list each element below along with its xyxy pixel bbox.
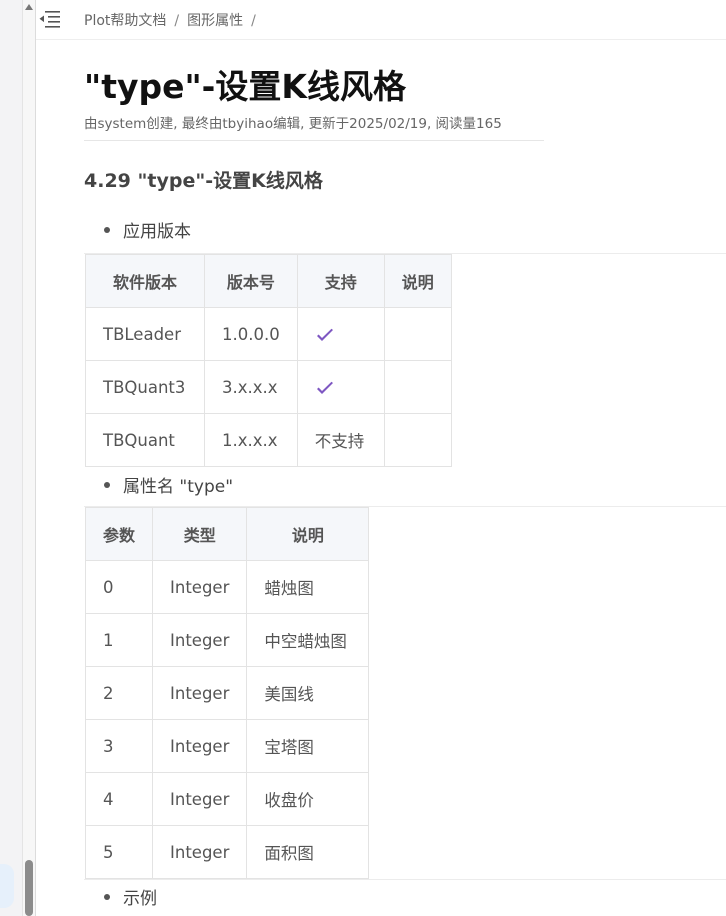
- bullet-dot: [104, 481, 110, 488]
- cell-desc: 面积图: [246, 825, 370, 879]
- scrollbar-track[interactable]: [22, 0, 36, 916]
- breadcrumb-item-plot-docs[interactable]: Plot帮助文档: [84, 13, 166, 29]
- cell-desc: 美国线: [246, 666, 370, 720]
- bullet-label: 应用版本: [123, 222, 191, 242]
- version-table: 软件版本 版本号 支持 说明 TBLeader 1.0.0.0 TBQuant3…: [85, 254, 452, 467]
- table-row: 1 Integer 中空蜡烛图: [84, 613, 370, 667]
- column-header-param: 参数: [84, 507, 154, 561]
- check-icon: [316, 381, 333, 394]
- attribute-table: 参数 类型 说明 0 Integer 蜡烛图 1 Integer 中空蜡烛图 2…: [84, 507, 370, 879]
- breadcrumb-separator: /: [174, 13, 180, 29]
- column-header-desc: 说明: [246, 507, 370, 561]
- column-header-note: 说明: [383, 254, 452, 308]
- table-row: TBQuant3 3.x.x.x: [85, 360, 452, 414]
- cell-desc: 中空蜡烛图: [246, 613, 370, 667]
- cell-type: Integer: [152, 560, 248, 614]
- rail-highlight: [0, 864, 14, 908]
- bullet-dot: [104, 226, 110, 233]
- bullet-label: 属性名 "type": [123, 477, 234, 497]
- cell-type: Integer: [152, 772, 248, 826]
- cell-support: [296, 307, 385, 361]
- cell-param: 5: [84, 825, 154, 879]
- cell-param: 2: [84, 666, 154, 720]
- bullet-example: 示例: [104, 884, 157, 909]
- table-row: 4 Integer 收盘价: [84, 772, 370, 826]
- cell-version: 3.x.x.x: [204, 360, 298, 414]
- cell-support: [296, 360, 385, 414]
- table-header-row: 软件版本 版本号 支持 说明: [85, 254, 452, 308]
- page-meta: 由system创建, 最终由tbyihao编辑, 更新于2025/02/19, …: [84, 116, 502, 132]
- column-header-software: 软件版本: [85, 254, 205, 308]
- cell-desc: 蜡烛图: [246, 560, 370, 614]
- cell-desc: 宝塔图: [246, 719, 370, 773]
- toc-toggle-button[interactable]: [37, 9, 61, 29]
- cell-note: [383, 360, 452, 414]
- cell-param: 0: [84, 560, 154, 614]
- cell-note: [383, 413, 452, 467]
- table-row: 2 Integer 美国线: [84, 666, 370, 720]
- cell-support: 不支持: [296, 413, 385, 467]
- table-row: TBQuant 1.x.x.x 不支持: [85, 413, 452, 467]
- cell-type: Integer: [152, 666, 248, 720]
- scrollbar-thumb[interactable]: [25, 860, 33, 916]
- cell-desc: 收盘价: [246, 772, 370, 826]
- section-heading: 4.29 "type"-设置K线风格: [84, 170, 323, 192]
- cell-note: [383, 307, 452, 361]
- bullet-attribute-name: 属性名 "type": [104, 472, 233, 497]
- cell-param: 3: [84, 719, 154, 773]
- column-header-version: 版本号: [204, 254, 298, 308]
- column-header-support: 支持: [296, 254, 385, 308]
- cell-software: TBQuant3: [85, 360, 205, 414]
- cell-version: 1.x.x.x: [204, 413, 298, 467]
- bullet-app-version: 应用版本: [104, 217, 191, 242]
- content-rule: [84, 879, 726, 880]
- header-divider: [36, 39, 726, 40]
- breadcrumb-item-graph-attributes[interactable]: 图形属性: [187, 13, 243, 29]
- cell-param: 1: [84, 613, 154, 667]
- table-row: 0 Integer 蜡烛图: [84, 560, 370, 614]
- cell-type: Integer: [152, 613, 248, 667]
- page-title: "type"-设置K线风格: [84, 67, 406, 106]
- bullet-dot: [104, 893, 110, 900]
- meta-divider: [84, 140, 544, 141]
- cell-type: Integer: [152, 825, 248, 879]
- breadcrumb-separator: /: [251, 13, 256, 29]
- outdent-list-icon: [39, 11, 60, 28]
- cell-type: Integer: [152, 719, 248, 773]
- cell-software: TBLeader: [85, 307, 205, 361]
- check-icon: [316, 328, 333, 341]
- scroll-up-arrow-icon[interactable]: [25, 4, 33, 10]
- table-row: TBLeader 1.0.0.0: [85, 307, 452, 361]
- left-rail: [0, 0, 22, 916]
- breadcrumb: Plot帮助文档 / 图形属性 /: [84, 10, 264, 30]
- cell-version: 1.0.0.0: [204, 307, 298, 361]
- table-row: 3 Integer 宝塔图: [84, 719, 370, 773]
- column-header-type: 类型: [152, 507, 248, 561]
- table-header-row: 参数 类型 说明: [84, 507, 370, 561]
- bullet-label: 示例: [123, 889, 157, 909]
- table-row: 5 Integer 面积图: [84, 825, 370, 879]
- cell-param: 4: [84, 772, 154, 826]
- cell-software: TBQuant: [85, 413, 205, 467]
